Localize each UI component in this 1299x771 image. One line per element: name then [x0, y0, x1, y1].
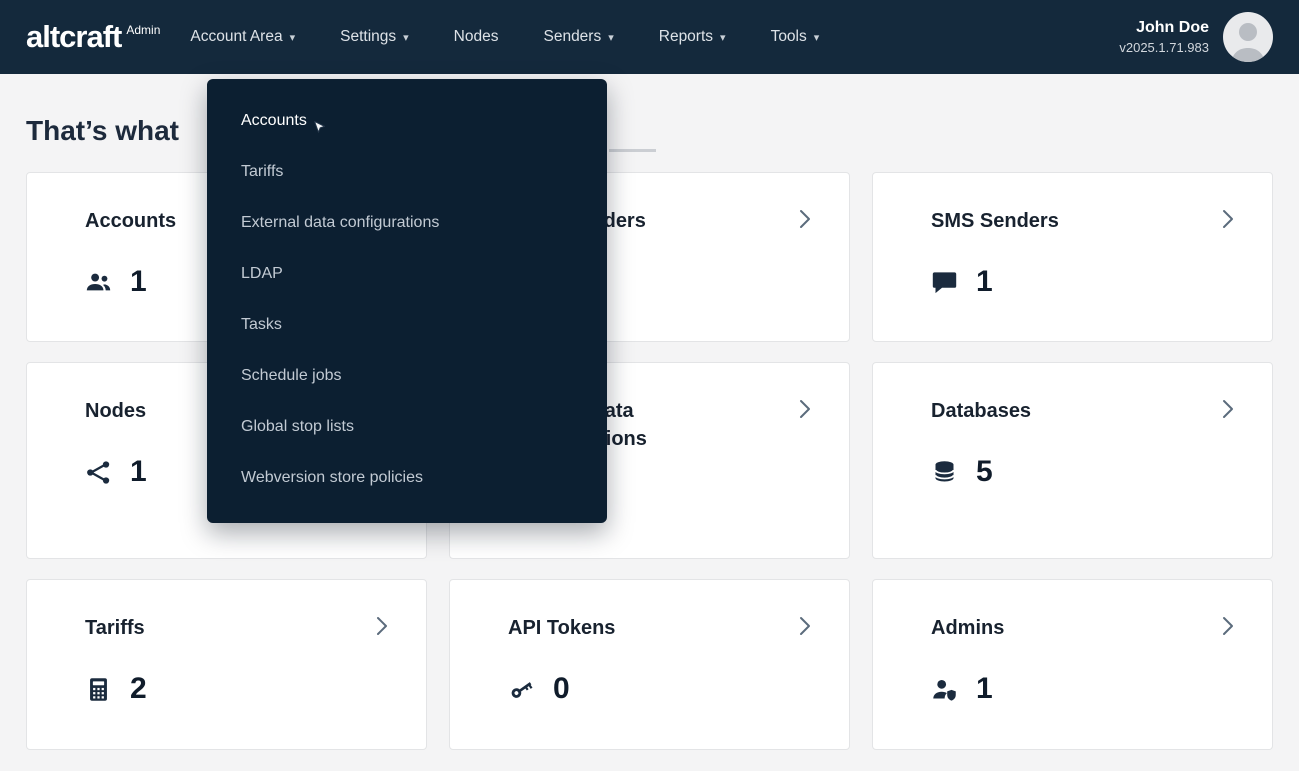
caret-down-icon: ▾ [290, 33, 296, 44]
nav-item-label: Settings [340, 28, 396, 46]
app-version: v2025.1.71.983 [1119, 40, 1209, 55]
card-databases[interactable]: Databases 5 [872, 362, 1273, 559]
card-tariffs[interactable]: Tariffs 2 [26, 579, 427, 750]
card-title: Databases [931, 397, 1166, 425]
main-nav: Account Area ▾ Settings ▾ Nodes Senders … [190, 28, 819, 46]
dropdown-item-ldap[interactable]: LDAP [207, 248, 607, 299]
brand-logo[interactable]: altcraft Admin [26, 20, 160, 54]
avatar-person-icon [1223, 12, 1273, 62]
card-admins[interactable]: Admins 1 [872, 579, 1273, 750]
heading-tail-line [609, 149, 656, 152]
card-count: 1 [130, 455, 147, 489]
chevron-right-icon[interactable] [1216, 397, 1240, 421]
card-title: Admins [931, 614, 1166, 642]
card-value-row: 2 [85, 672, 356, 706]
card-count: 1 [976, 265, 993, 299]
nav-item-label: Account Area [190, 28, 282, 46]
card-value-row: 5 [931, 455, 1202, 489]
card-value-row: 1 [931, 265, 1202, 299]
calculator-icon [85, 676, 112, 703]
card-count: 2 [130, 672, 147, 706]
dropdown-item-label: Tasks [241, 315, 282, 334]
chevron-right-icon[interactable] [370, 614, 394, 638]
nav-item-label: Nodes [454, 28, 499, 46]
card-value-row: 1 [931, 672, 1202, 706]
dropdown-item-label: External data configurations [241, 213, 439, 232]
nav-item-account-area[interactable]: Account Area ▾ [190, 28, 295, 46]
dropdown-item-label: Tariffs [241, 162, 283, 181]
user-meta: John Doe v2025.1.71.983 [1119, 19, 1209, 55]
chevron-right-icon[interactable] [1216, 614, 1240, 638]
card-count: 5 [976, 455, 993, 489]
nav-item-reports[interactable]: Reports ▾ [659, 28, 726, 46]
admin-icon [931, 676, 958, 703]
dropdown-item-label: Schedule jobs [241, 366, 342, 385]
card-title: SMS Senders [931, 207, 1166, 235]
card-title: Tariffs [85, 614, 320, 642]
users-icon [85, 269, 112, 296]
database-icon [931, 459, 958, 486]
avatar[interactable] [1223, 12, 1273, 62]
nav-item-label: Reports [659, 28, 713, 46]
key-icon [508, 676, 535, 703]
caret-down-icon: ▾ [608, 33, 614, 44]
dropdown-item-tasks[interactable]: Tasks [207, 299, 607, 350]
brand-name: altcraft [26, 20, 121, 54]
dropdown-item-label: Webversion store policies [241, 468, 423, 487]
chat-icon [931, 269, 958, 296]
card-sms-senders[interactable]: SMS Senders 1 [872, 172, 1273, 342]
nav-item-tools[interactable]: Tools ▾ [771, 28, 820, 46]
share-icon [85, 459, 112, 486]
dropdown-item-label: Accounts [241, 111, 307, 130]
nav-item-nodes[interactable]: Nodes [454, 28, 499, 46]
card-count: 1 [130, 265, 147, 299]
nav-item-settings[interactable]: Settings ▾ [340, 28, 409, 46]
navbar-user-area: John Doe v2025.1.71.983 [1119, 12, 1273, 62]
dropdown-item-label: Global stop lists [241, 417, 354, 436]
chevron-right-icon[interactable] [793, 207, 817, 231]
dropdown-item-global-stop-lists[interactable]: Global stop lists [207, 401, 607, 452]
nav-item-senders[interactable]: Senders ▾ [543, 28, 613, 46]
chevron-right-icon[interactable] [793, 614, 817, 638]
nav-item-label: Tools [771, 28, 807, 46]
dropdown-item-external-data-configurations[interactable]: External data configurations [207, 197, 607, 248]
dropdown-item-tariffs[interactable]: Tariffs [207, 146, 607, 197]
dropdown-item-schedule-jobs[interactable]: Schedule jobs [207, 350, 607, 401]
card-api-tokens[interactable]: API Tokens 0 [449, 579, 850, 750]
nav-item-label: Senders [543, 28, 601, 46]
dropdown-item-webversion-store-policies[interactable]: Webversion store policies [207, 452, 607, 503]
user-name: John Doe [1119, 19, 1209, 37]
dropdown-item-accounts[interactable]: Accounts [207, 95, 607, 146]
caret-down-icon: ▾ [720, 33, 726, 44]
card-count: 1 [976, 672, 993, 706]
chevron-right-icon[interactable] [1216, 207, 1240, 231]
top-navbar: altcraft Admin Account Area ▾ Settings ▾… [0, 0, 1299, 74]
card-count: 0 [553, 672, 570, 706]
caret-down-icon: ▾ [403, 33, 409, 44]
brand-badge: Admin [126, 23, 160, 37]
chevron-right-icon[interactable] [793, 397, 817, 421]
card-value-row: 0 [508, 672, 779, 706]
dropdown-item-label: LDAP [241, 264, 283, 283]
dashboard-cards: Accounts 1 Email Senders 1 SMS [0, 172, 1299, 750]
card-title: API Tokens [508, 614, 743, 642]
account-area-dropdown: Accounts Tariffs External data configura… [207, 79, 607, 523]
mouse-cursor-icon [311, 120, 328, 137]
caret-down-icon: ▾ [814, 33, 820, 44]
